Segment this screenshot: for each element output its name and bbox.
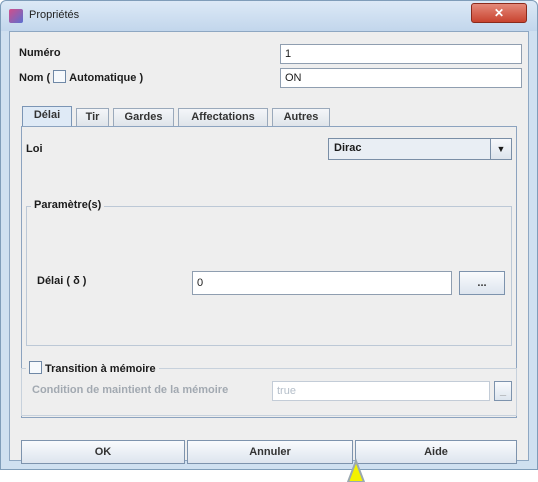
properties-dialog: Propriétés ✕ Numéro 1 Nom ( Automatique )… — [0, 0, 538, 470]
dialog-content: Numéro 1 Nom ( Automatique ) ON Délai Tir… — [9, 31, 529, 464]
loi-label: Loi — [26, 143, 43, 155]
automatique-checkbox[interactable] — [53, 70, 67, 83]
close-button[interactable]: ✕ — [471, 3, 527, 23]
title-bar: Propriétés ✕ — [1, 1, 537, 31]
condition-browse-button[interactable]: _ — [494, 381, 512, 401]
loi-selected-value: Dirac — [334, 142, 362, 154]
automatique-label: Automatique ) — [69, 72, 144, 84]
loi-select[interactable]: Dirac ▼ — [328, 138, 512, 160]
tab-tir[interactable]: Tir — [76, 108, 109, 126]
cancel-button[interactable]: Annuler — [187, 440, 353, 464]
transition-group: Transition à mémoire Condition de mainti… — [21, 361, 517, 416]
numero-field[interactable]: 1 — [280, 44, 522, 64]
pointer-cursor-icon — [346, 458, 366, 482]
tab-gardes[interactable]: Gardes — [113, 108, 174, 126]
app-icon — [9, 9, 23, 23]
parametres-group: Paramètre(s) Délai ( δ ) 0 ... — [26, 199, 512, 346]
ellipsis-button[interactable]: ... — [459, 271, 505, 295]
numero-label: Numéro — [19, 47, 61, 59]
delai-field[interactable]: 0 — [192, 271, 452, 295]
window-title: Propriétés — [29, 9, 80, 21]
nom-field[interactable]: ON — [280, 68, 522, 88]
chevron-down-icon[interactable]: ▼ — [490, 139, 511, 159]
tab-delai[interactable]: Délai — [22, 106, 72, 127]
condition-field[interactable]: true — [272, 381, 490, 401]
ok-button[interactable]: OK — [21, 440, 185, 464]
nom-label-prefix: Nom ( — [19, 72, 51, 84]
transition-memoire-label: Transition à mémoire — [45, 363, 156, 375]
transition-memoire-checkbox[interactable] — [29, 361, 42, 374]
parametres-legend: Paramètre(s) — [31, 199, 105, 211]
delai-label: Délai ( δ ) — [37, 275, 87, 287]
nom-label: Nom ( Automatique ) — [19, 70, 143, 84]
condition-label: Condition de maintient de la mémoire — [32, 384, 229, 396]
tab-autres[interactable]: Autres — [272, 108, 330, 126]
transition-legend: Transition à mémoire — [26, 361, 159, 375]
tab-affectations[interactable]: Affectations — [178, 108, 268, 126]
